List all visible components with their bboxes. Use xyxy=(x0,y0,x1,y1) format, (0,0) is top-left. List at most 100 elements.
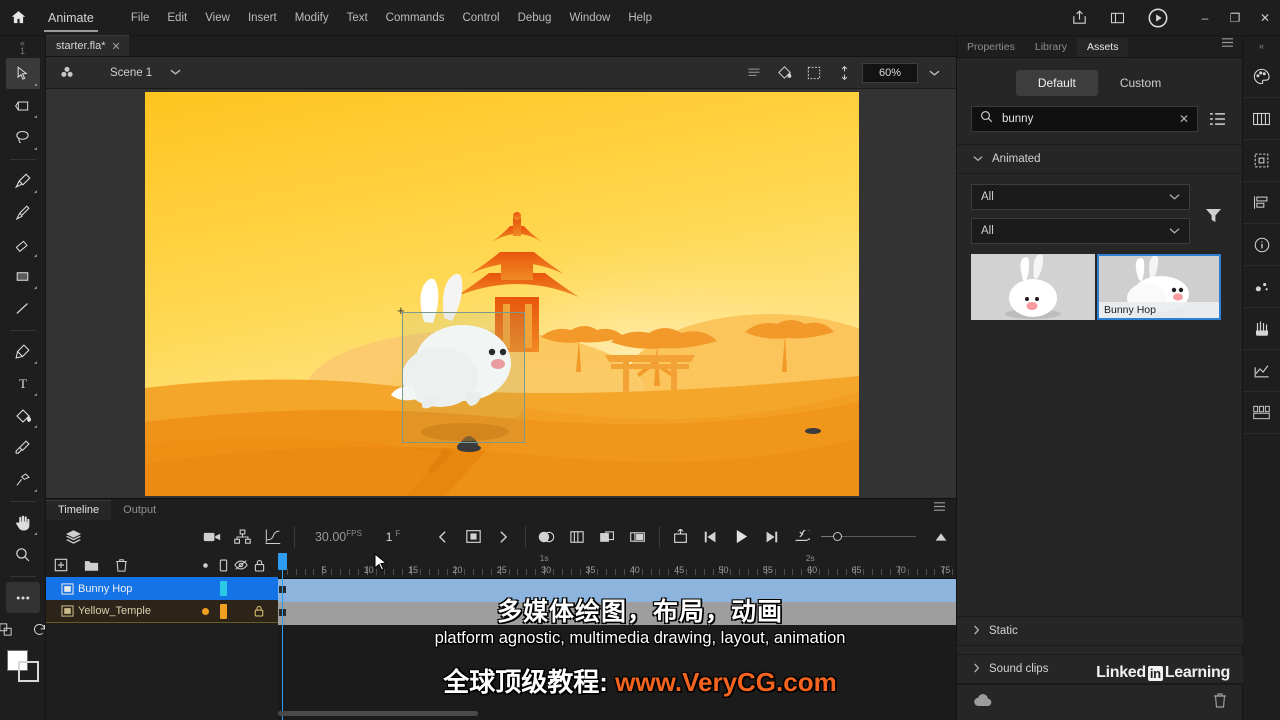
color-swatches[interactable] xyxy=(6,649,40,683)
layer-row-bunny-hop[interactable]: Bunny Hop xyxy=(46,577,278,600)
show-hide-col-icon[interactable] xyxy=(214,559,232,572)
chevron-right-icon[interactable] xyxy=(973,662,980,676)
components-panel-icon[interactable] xyxy=(1242,350,1280,392)
stage-canvas[interactable]: + xyxy=(145,92,859,496)
tab-properties[interactable]: Properties xyxy=(957,38,1025,57)
menu-text[interactable]: Text xyxy=(338,8,377,28)
menu-file[interactable]: File xyxy=(122,8,159,28)
layer-color-chip[interactable] xyxy=(214,581,232,596)
panel-menu-icon[interactable] xyxy=(1221,35,1242,57)
stage-area[interactable]: + xyxy=(46,89,956,498)
menu-modify[interactable]: Modify xyxy=(286,8,338,28)
eraser-tool[interactable] xyxy=(6,229,40,260)
center-playhead-icon[interactable] xyxy=(458,520,488,553)
transform-panel-icon[interactable] xyxy=(1242,182,1280,224)
layer-name-label[interactable]: Bunny Hop xyxy=(78,583,196,595)
home-icon[interactable] xyxy=(0,9,36,26)
pen-tool[interactable] xyxy=(6,336,40,367)
eyedropper-tool[interactable] xyxy=(6,432,40,463)
tab-output[interactable]: Output xyxy=(111,501,168,520)
tab-assets[interactable]: Assets xyxy=(1076,38,1129,57)
expand-panels-icon[interactable]: « xyxy=(1243,36,1280,56)
menu-window[interactable]: Window xyxy=(560,8,619,28)
timeline-frames-area[interactable]: 5 10 15 20 25 30 35 40 45 50 55 60 65 70 75 1s 2s xyxy=(278,553,956,720)
selection-tool[interactable] xyxy=(5,58,40,89)
modify-onion-markers-icon[interactable] xyxy=(622,520,652,553)
rectangle-tool[interactable] xyxy=(6,261,40,292)
zoom-slider-track[interactable] xyxy=(841,536,916,537)
zoom-level-input[interactable]: 60% xyxy=(862,62,918,83)
test-movie-icon[interactable] xyxy=(1136,0,1180,36)
free-transform-tool[interactable] xyxy=(6,90,40,121)
frame-picker-icon[interactable] xyxy=(1242,392,1280,434)
menu-control[interactable]: Control xyxy=(453,8,508,28)
chevron-down-icon[interactable] xyxy=(1169,192,1180,202)
lock-icon[interactable] xyxy=(250,559,268,572)
stroke-color-swatch[interactable] xyxy=(17,661,39,682)
timeline-zoom-icon[interactable] xyxy=(926,520,956,553)
funnel-icon[interactable] xyxy=(1198,204,1228,224)
delete-layer-icon[interactable] xyxy=(106,553,136,577)
layer-parenting-icon[interactable] xyxy=(228,520,258,553)
chevron-down-icon[interactable] xyxy=(170,68,181,78)
zoom-dropdown-icon[interactable] xyxy=(920,59,948,87)
swatches-panel-icon[interactable] xyxy=(1242,98,1280,140)
collapse-tools-icon[interactable]: «1 xyxy=(0,36,46,58)
bunny-sit-asset[interactable] xyxy=(971,254,1095,320)
zoom-tool[interactable] xyxy=(6,539,40,570)
bunny-hop-asset[interactable]: Bunny Hop xyxy=(1097,254,1221,320)
layer-color-chip[interactable] xyxy=(214,603,232,619)
paint-bucket-tool[interactable] xyxy=(6,400,40,431)
eye-off-icon[interactable] xyxy=(232,559,250,571)
zoom-slider-knob[interactable] xyxy=(832,532,842,541)
chevron-down-icon[interactable] xyxy=(973,153,983,165)
workspace-icon[interactable] xyxy=(1098,0,1136,36)
scene-symbol-icon[interactable] xyxy=(46,65,88,80)
menu-commands[interactable]: Commands xyxy=(377,8,454,28)
frame-grid[interactable] xyxy=(278,579,956,720)
play-icon[interactable] xyxy=(726,520,756,553)
motion-editor-icon[interactable] xyxy=(1242,266,1280,308)
menu-view[interactable]: View xyxy=(196,8,239,28)
loop-icon[interactable] xyxy=(665,520,695,553)
empty-frames-area[interactable] xyxy=(278,625,956,720)
color-panel-icon[interactable] xyxy=(1242,56,1280,98)
onion-skin-outline-icon[interactable] xyxy=(562,520,592,553)
current-frame-value[interactable]: 1F xyxy=(386,529,401,544)
playhead[interactable] xyxy=(278,553,287,720)
edit-multiple-frames-icon[interactable] xyxy=(592,520,622,553)
segment-default[interactable]: Default xyxy=(1015,70,1098,96)
onion-skin-icon[interactable] xyxy=(532,520,562,553)
new-folder-icon[interactable] xyxy=(76,553,106,577)
layer-outline-dot[interactable] xyxy=(196,607,214,615)
step-forward-icon[interactable] xyxy=(756,520,786,553)
menu-debug[interactable]: Debug xyxy=(509,8,561,28)
step-back-icon[interactable] xyxy=(696,520,726,553)
layer-lock-toggle[interactable] xyxy=(250,605,268,617)
align-panel-icon[interactable] xyxy=(1242,140,1280,182)
swap-colors-icon[interactable] xyxy=(0,614,23,645)
lasso-tool[interactable] xyxy=(6,122,40,153)
section-static[interactable]: Static xyxy=(957,616,1243,646)
scene-name-label[interactable]: Scene 1 xyxy=(110,67,152,79)
reverse-icon[interactable] xyxy=(786,520,816,553)
fps-value[interactable]: 30.00FPS xyxy=(315,529,362,544)
timeline-zoom-slider[interactable] xyxy=(820,532,916,541)
asset-type-filter[interactable]: All xyxy=(971,184,1190,210)
menu-insert[interactable]: Insert xyxy=(239,8,286,28)
timeline-horizontal-scrollbar[interactable] xyxy=(278,711,478,716)
paint-brush-tool[interactable] xyxy=(6,165,40,196)
line-tool[interactable] xyxy=(6,293,40,324)
text-tool[interactable]: T xyxy=(6,368,40,399)
chevron-right-icon[interactable] xyxy=(973,624,980,638)
motion-editor-graph-icon[interactable] xyxy=(258,520,288,553)
outline-dot-icon[interactable] xyxy=(196,562,214,569)
trash-icon[interactable] xyxy=(1213,692,1227,713)
list-view-icon[interactable] xyxy=(1206,112,1228,126)
clip-content-icon[interactable] xyxy=(770,59,798,87)
clear-search-icon[interactable]: ✕ xyxy=(1179,112,1189,126)
selection-bounding-box[interactable] xyxy=(402,312,525,443)
edit-toolbar-button[interactable] xyxy=(5,582,40,613)
layer-row-yellow-temple[interactable]: Yellow_Temple xyxy=(46,600,278,623)
stage-options-icon[interactable] xyxy=(740,59,768,87)
